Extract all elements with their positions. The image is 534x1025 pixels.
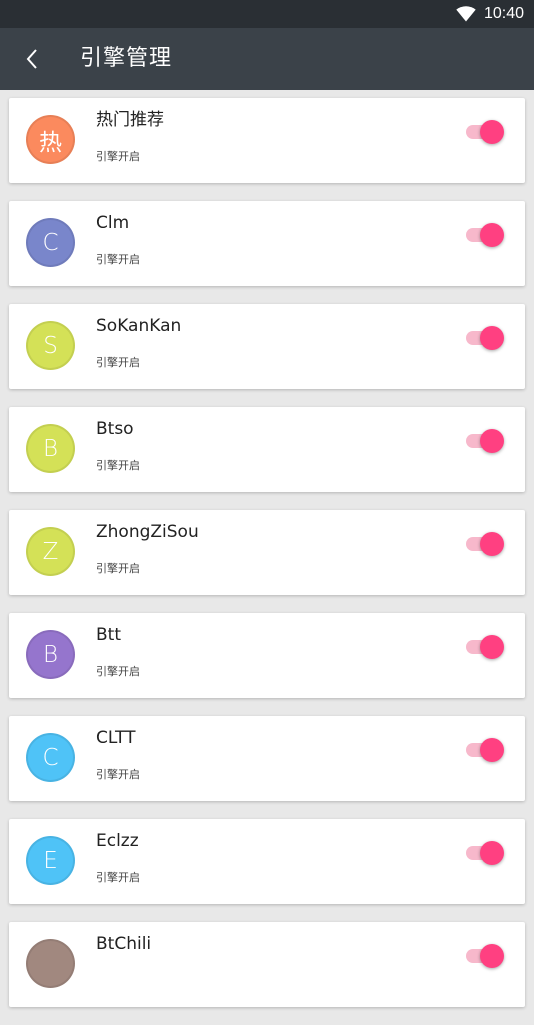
engine-card[interactable]: B Btso 引擎开启: [9, 407, 525, 492]
engine-toggle-switch[interactable]: [466, 840, 506, 866]
engine-name: CLTT: [96, 728, 136, 748]
switch-thumb: [480, 635, 504, 659]
engine-card[interactable]: E Eclzz 引擎开启: [9, 819, 525, 904]
engine-card[interactable]: C Clm 引擎开启: [9, 201, 525, 286]
engine-card[interactable]: S SoKanKan 引擎开启: [9, 304, 525, 389]
engine-card[interactable]: C CLTT 引擎开启: [9, 716, 525, 801]
engine-status: 引擎开启: [96, 768, 140, 781]
engine-avatar: S: [26, 321, 75, 370]
status-bar-right: 10:40: [456, 4, 524, 24]
engine-name: SoKanKan: [96, 316, 182, 336]
engine-status: 引擎开启: [96, 356, 140, 369]
engine-name: Clm: [96, 213, 130, 233]
engine-card[interactable]: BtChili: [9, 922, 525, 1007]
engine-toggle-switch[interactable]: [466, 634, 506, 660]
engine-avatar: 热: [26, 115, 75, 164]
engine-name: Btso: [96, 419, 134, 439]
switch-thumb: [480, 326, 504, 350]
engine-status: 引擎开启: [96, 665, 140, 678]
engine-name: 热门推荐: [96, 110, 164, 130]
engine-avatar: B: [26, 630, 75, 679]
engine-card[interactable]: 热 热门推荐引擎开启: [9, 98, 525, 183]
switch-thumb: [480, 738, 504, 762]
back-button[interactable]: [14, 41, 50, 77]
switch-thumb: [480, 120, 504, 144]
wifi-icon: [456, 6, 476, 22]
engine-toggle-switch[interactable]: [466, 737, 506, 763]
engine-status: 引擎开启: [96, 459, 140, 472]
engine-name: Btt: [96, 625, 121, 645]
engine-avatar: Z: [26, 527, 75, 576]
engine-card[interactable]: Z ZhongZiSou 引擎开启: [9, 510, 525, 595]
switch-thumb: [480, 532, 504, 556]
engine-status: 引擎开启: [96, 150, 140, 163]
engine-status: 引擎开启: [96, 871, 140, 884]
engine-avatar: C: [26, 218, 75, 267]
engine-avatar: C: [26, 733, 75, 782]
engine-status: 引擎开启: [96, 253, 140, 266]
engine-toggle-switch[interactable]: [466, 943, 506, 969]
engine-toggle-switch[interactable]: [466, 222, 506, 248]
page-title: 引擎管理: [80, 46, 173, 71]
switch-thumb: [480, 841, 504, 865]
switch-thumb: [480, 944, 504, 968]
engine-card[interactable]: B Btt 引擎开启: [9, 613, 525, 698]
toolbar: 引擎管理: [0, 28, 534, 90]
engine-name: BtChili: [96, 934, 152, 954]
engine-toggle-switch[interactable]: [466, 119, 506, 145]
engine-name: Eclzz: [96, 831, 139, 851]
engine-toggle-switch[interactable]: [466, 428, 506, 454]
switch-thumb: [480, 429, 504, 453]
engine-name: ZhongZiSou: [96, 522, 199, 542]
status-bar: 10:40: [0, 0, 534, 28]
engine-avatar: [26, 939, 75, 988]
engine-status: 引擎开启: [96, 562, 140, 575]
chevron-left-icon: [26, 49, 37, 69]
engine-toggle-switch[interactable]: [466, 325, 506, 351]
engine-avatar: E: [26, 836, 75, 885]
engine-list: 热热门推荐 引擎开启 C Clm 引擎开启 S SoKanKan 引擎开启 B Btso 引擎开启 Z…: [9, 98, 525, 1025]
switch-thumb: [480, 223, 504, 247]
engine-avatar: B: [26, 424, 75, 473]
engine-toggle-switch[interactable]: [466, 531, 506, 557]
status-time: 10:40: [483, 5, 524, 22]
